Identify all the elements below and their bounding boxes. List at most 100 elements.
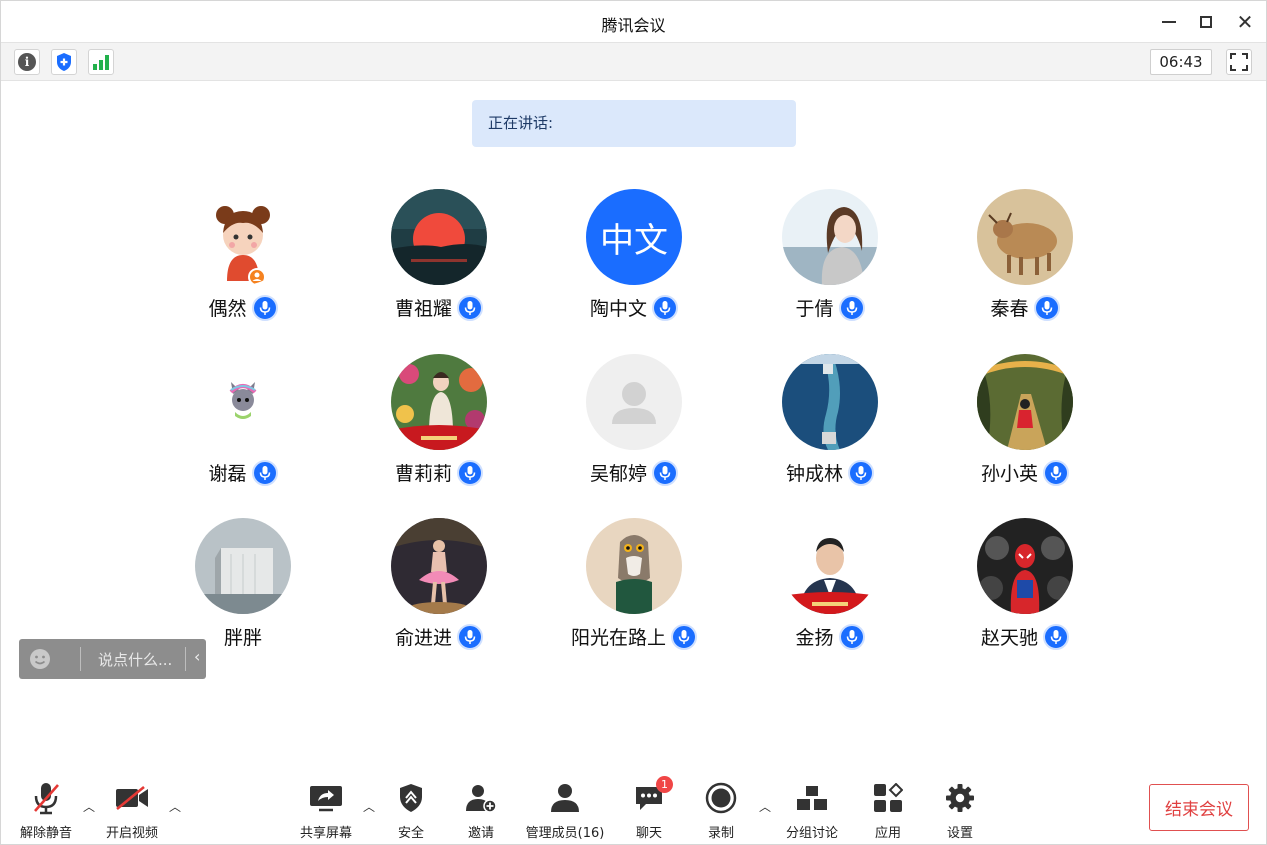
unmute-button[interactable]: 解除静音 [15, 780, 77, 841]
mic-status-icon [457, 459, 483, 486]
meeting-info-bar: i 06:43 [1, 43, 1266, 81]
participant-label-row: 赵天驰 [945, 623, 1105, 650]
participant-label-row: 谢磊 [163, 459, 323, 486]
participant-label-row: 吴郁婷 [554, 459, 714, 486]
video-options-chevron-up-icon[interactable]: ︿ [169, 798, 181, 815]
meeting-info-button[interactable]: i [14, 49, 40, 75]
video-off-icon [116, 785, 148, 811]
separator [185, 647, 186, 671]
mic-icon [464, 465, 476, 480]
participant-tile[interactable]: 阳光在路上 [554, 518, 714, 658]
participant-tile[interactable]: 曹祖耀 [359, 189, 519, 329]
start-video-button[interactable]: 开启视频 [101, 780, 163, 841]
share-screen-button[interactable]: 共享屏幕 [295, 780, 357, 841]
avatar [977, 354, 1073, 450]
share-options-chevron-up-icon[interactable]: ︿ [363, 798, 375, 815]
participant-tile[interactable]: 于倩 [750, 189, 910, 329]
avatar [977, 189, 1073, 285]
mic-status-icon [838, 623, 865, 650]
avatar [195, 518, 291, 614]
mic-icon [1050, 629, 1062, 644]
apps-label: 应用 [874, 826, 901, 841]
record-options-chevron-up-icon[interactable]: ︿ [759, 798, 771, 815]
members-icon [551, 784, 579, 812]
minimize-button[interactable] [1155, 9, 1183, 35]
manage-members-button[interactable]: 管理成员(16) [521, 780, 609, 841]
minimize-icon [1162, 21, 1176, 23]
mic-status-icon [652, 459, 678, 486]
fullscreen-button[interactable] [1226, 49, 1252, 75]
mic-icon [1041, 300, 1052, 315]
settings-button[interactable]: 设置 [938, 780, 982, 841]
quick-chat-bar[interactable]: 说点什么... ‹ [19, 639, 206, 679]
record-icon [705, 782, 737, 814]
apps-button[interactable]: 应用 [866, 780, 910, 841]
participant-tile[interactable]: 偶然 [163, 189, 323, 329]
participant-label-row: 阳光在路上 [554, 623, 714, 650]
mic-icon [659, 465, 671, 480]
record-button[interactable]: 录制 [699, 780, 743, 841]
security-label: 安全 [397, 826, 424, 841]
participant-name: 谢磊 [208, 463, 247, 485]
participant-label-row: 金扬 [750, 623, 910, 650]
participant-label-row: 秦春 [945, 294, 1105, 321]
participant-tile[interactable]: 赵天驰 [945, 518, 1105, 658]
avatar [195, 354, 291, 450]
security-button[interactable]: 安全 [389, 780, 433, 841]
participant-name: 俞进进 [394, 627, 452, 649]
participant-label-row: 孙小英 [945, 459, 1105, 486]
participant-tile[interactable]: 中文 陶中文 [554, 189, 714, 329]
audio-options-chevron-up-icon[interactable]: ︿ [83, 798, 95, 815]
participant-name: 赵天驰 [980, 627, 1038, 649]
participant-label-row: 曹祖耀 [359, 294, 519, 321]
participant-tile[interactable]: 吴郁婷 [554, 354, 714, 494]
participant-name: 吴郁婷 [589, 463, 647, 485]
security-status-button[interactable] [51, 49, 77, 75]
participant-name: 偶然 [208, 298, 247, 320]
chat-input[interactable]: 说点什么... [98, 649, 172, 670]
mic-icon [259, 465, 270, 480]
invite-button[interactable]: 邀请 [459, 780, 503, 841]
chat-button[interactable]: 1 聊天 [627, 776, 673, 841]
breakout-rooms-button[interactable]: 分组讨论 [781, 780, 843, 841]
collapse-chevron-icon[interactable]: ‹ [194, 647, 200, 666]
participant-name: 金扬 [795, 627, 834, 649]
mic-status-icon [848, 459, 874, 486]
end-meeting-button[interactable]: 结束会议 [1149, 784, 1249, 831]
maximize-button[interactable] [1192, 9, 1220, 35]
chat-label: 聊天 [635, 826, 662, 841]
participant-tile[interactable]: 谢磊 [163, 354, 323, 494]
separator [80, 647, 81, 671]
mic-icon [464, 300, 476, 315]
participant-tile[interactable]: 钟成林 [750, 354, 910, 494]
avatar [586, 354, 682, 450]
mic-icon [1050, 465, 1062, 480]
avatar [391, 189, 487, 285]
network-status-button[interactable] [88, 49, 114, 75]
participant-tile[interactable]: 金扬 [750, 518, 910, 658]
info-icon: i [18, 53, 36, 71]
avatar [586, 518, 682, 614]
participant-name: 陶中文 [589, 298, 647, 320]
participant-tile[interactable]: 俞进进 [359, 518, 519, 658]
avatar [782, 189, 878, 285]
breakout-rooms-icon [797, 786, 827, 810]
participant-tile[interactable]: 秦春 [945, 189, 1105, 329]
emoji-icon[interactable] [29, 648, 51, 670]
share-screen-label: 共享屏幕 [299, 826, 352, 841]
avatar [977, 518, 1073, 614]
mic-status-icon [1043, 623, 1069, 650]
close-button[interactable]: ✕ [1231, 9, 1259, 35]
gear-icon [946, 784, 974, 812]
close-icon: ✕ [1236, 10, 1254, 34]
mic-status-icon [671, 623, 697, 650]
participant-name: 阳光在路上 [570, 627, 666, 649]
participant-name: 胖胖 [223, 627, 262, 649]
mic-status-icon [457, 623, 483, 650]
participant-label-row: 曹莉莉 [359, 459, 519, 486]
participant-tile[interactable]: 曹莉莉 [359, 354, 519, 494]
unmute-label: 解除静音 [19, 826, 72, 841]
participant-tile[interactable]: 孙小英 [945, 354, 1105, 494]
participant-label-row: 钟成林 [750, 459, 910, 486]
participant-tile[interactable]: 胖胖 [163, 518, 323, 658]
